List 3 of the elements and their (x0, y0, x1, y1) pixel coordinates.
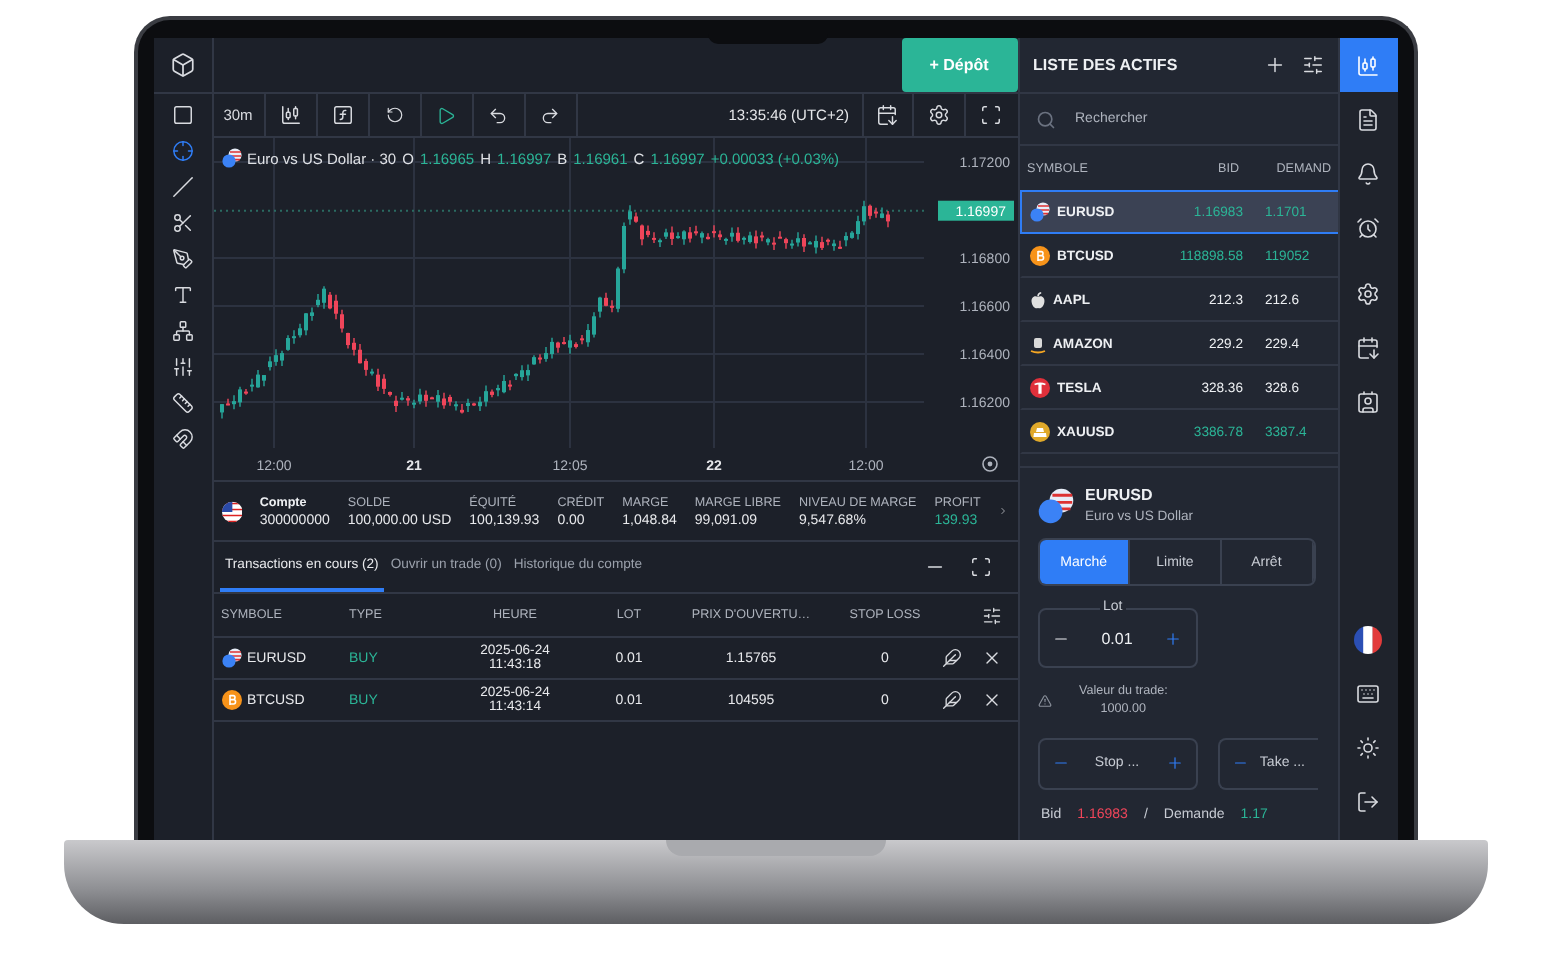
panel-title: LISTE DES ACTIFS (1033, 56, 1178, 74)
lot-value: 0.01 (1101, 629, 1133, 647)
symbol-name: EURUSD (1085, 486, 1155, 504)
